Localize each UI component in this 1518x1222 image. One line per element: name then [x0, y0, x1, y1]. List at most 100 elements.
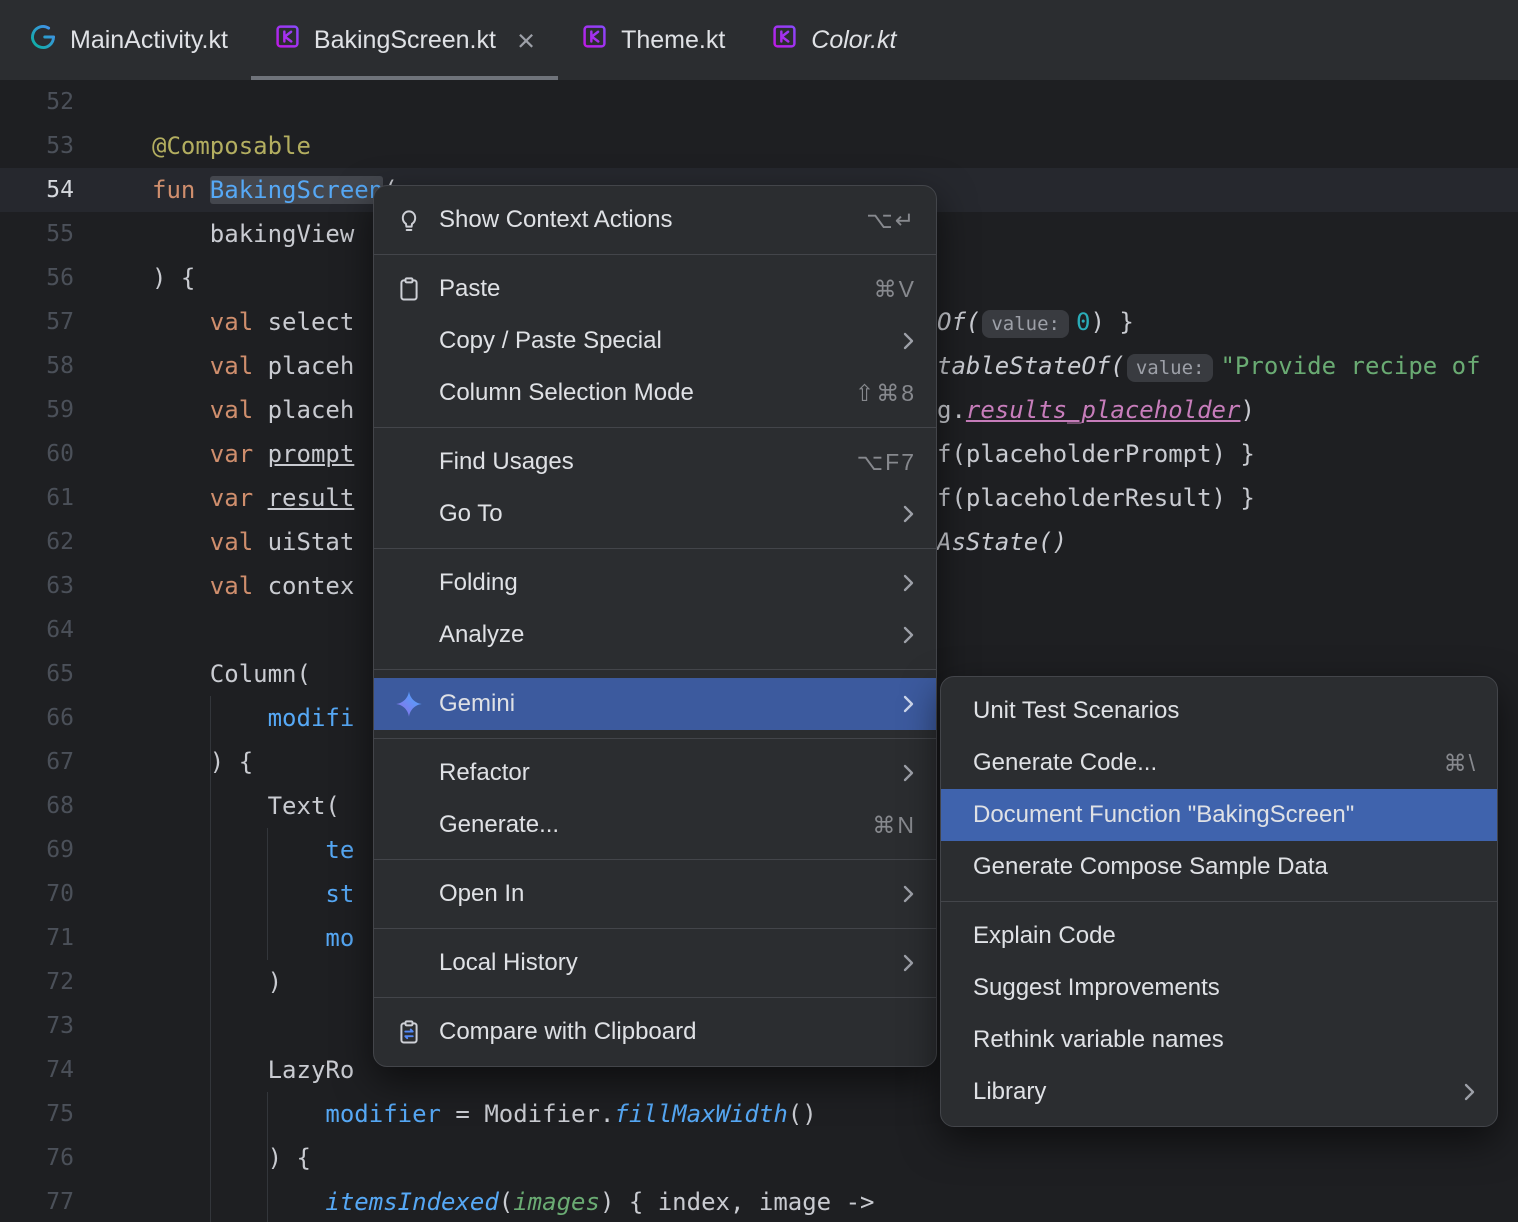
menu-item-compare-with-clipboard[interactable]: Compare with Clipboard	[374, 1006, 936, 1058]
menu-icon-spacer	[394, 810, 424, 840]
line-number[interactable]: 69	[0, 828, 74, 872]
code-token: var	[209, 440, 268, 468]
code-token: Of(	[937, 308, 981, 336]
close-tab-icon[interactable]: ×	[517, 25, 535, 56]
menu-item-gemini[interactable]: Gemini	[374, 678, 936, 730]
tab-bakingscreen-kt[interactable]: BakingScreen.kt ×	[250, 0, 559, 80]
code-text: f(placeholderResult) }	[937, 476, 1255, 520]
menu-item-rethink-variable-names[interactable]: Rethink variable names	[941, 1014, 1497, 1066]
menu-item-label: Generate Compose Sample Data	[973, 853, 1328, 880]
menu-item-suggest-improvements[interactable]: Suggest Improvements	[941, 962, 1497, 1014]
code-line-52[interactable]: 52	[0, 80, 1518, 124]
code-line-53[interactable]: 53 @Composable	[0, 124, 1518, 168]
menu-item-library[interactable]: Library	[941, 1066, 1497, 1118]
line-number[interactable]: 60	[0, 432, 74, 476]
line-number[interactable]: 73	[0, 1004, 74, 1048]
code-token: ()	[787, 1100, 817, 1128]
code-token: mo	[325, 924, 355, 952]
chevron-right-icon	[901, 692, 916, 716]
menu-icon-spacer	[394, 879, 424, 909]
menu-item-generate-code[interactable]: Generate Code... ⌘\	[941, 737, 1497, 789]
line-number[interactable]: 66	[0, 696, 74, 740]
code-text: LazyRo	[152, 1048, 355, 1092]
line-number[interactable]: 61	[0, 476, 74, 520]
line-number[interactable]: 54	[0, 168, 74, 212]
line-number[interactable]: 72	[0, 960, 74, 1004]
line-number[interactable]: 75	[0, 1092, 74, 1136]
menu-item-unit-test-scenarios[interactable]: Unit Test Scenarios	[941, 685, 1497, 737]
code-text: modifier = Modifier.fillMaxWidth()	[152, 1092, 817, 1136]
line-number[interactable]: 53	[0, 124, 74, 168]
line-number[interactable]: 63	[0, 564, 74, 608]
line-number[interactable]: 55	[0, 212, 74, 256]
menu-item-paste[interactable]: Paste ⌘V	[374, 263, 936, 315]
inlay-hint: value:	[1126, 354, 1214, 382]
line-number[interactable]: 70	[0, 872, 74, 916]
menu-item-folding[interactable]: Folding	[374, 557, 936, 609]
code-token: modifier	[325, 1100, 441, 1128]
code-token: bakingView	[209, 220, 355, 248]
tab-label: MainActivity.kt	[70, 25, 228, 54]
code-line-77[interactable]: 77 itemsIndexed(images) { index, image -…	[0, 1180, 1518, 1222]
menu-item-document-function-bakingscreen[interactable]: Document Function "BakingScreen"	[941, 789, 1497, 841]
menu-item-label: Document Function "BakingScreen"	[973, 801, 1355, 828]
line-number[interactable]: 59	[0, 388, 74, 432]
menu-item-label: Local History	[439, 949, 578, 976]
line-number[interactable]: 68	[0, 784, 74, 828]
tab-color-kt[interactable]: Color.kt	[748, 0, 919, 80]
code-text: val select	[152, 300, 355, 344]
menu-icon-spacer	[394, 326, 424, 356]
line-number[interactable]: 64	[0, 608, 74, 652]
line-number[interactable]: 74	[0, 1048, 74, 1092]
menu-icon-spacer	[394, 948, 424, 978]
menu-item-explain-code[interactable]: Explain Code	[941, 910, 1497, 962]
menu-separator	[941, 901, 1497, 902]
line-number[interactable]: 77	[0, 1180, 74, 1222]
code-text: val placeh	[152, 388, 355, 432]
line-number[interactable]: 58	[0, 344, 74, 388]
gemini-sparkle-icon	[394, 689, 424, 719]
menu-item-generate-compose-sample-data[interactable]: Generate Compose Sample Data	[941, 841, 1497, 893]
line-number[interactable]: 71	[0, 916, 74, 960]
line-number[interactable]: 57	[0, 300, 74, 344]
code-token: val	[209, 396, 268, 424]
menu-item-copy-paste-special[interactable]: Copy / Paste Special	[374, 315, 936, 367]
editor-tab-bar: MainActivity.kt BakingScreen.kt × Theme.k…	[0, 0, 1518, 80]
menu-item-open-in[interactable]: Open In	[374, 868, 936, 920]
menu-item-label: Generate...	[439, 811, 560, 838]
code-text: Of(value: 0) }	[937, 300, 1134, 346]
activity-icon	[29, 23, 57, 58]
menu-item-go-to[interactable]: Go To	[374, 488, 936, 540]
menu-item-refactor[interactable]: Refactor	[374, 747, 936, 799]
line-number[interactable]: 56	[0, 256, 74, 300]
clipboard-icon	[394, 274, 424, 304]
menu-item-label: Unit Test Scenarios	[973, 697, 1180, 724]
code-token: placeh	[267, 352, 355, 380]
code-token: ) { index, image ->	[599, 1188, 875, 1216]
code-line-76[interactable]: 76 ) {	[0, 1136, 1518, 1180]
line-number[interactable]: 76	[0, 1136, 74, 1180]
tab-mainactivity-kt[interactable]: MainActivity.kt	[6, 0, 251, 80]
code-token: AsState()	[937, 528, 1068, 556]
menu-item-column-selection-mode[interactable]: Column Selection Mode ⇧⌘8	[374, 367, 936, 419]
menu-item-label: Suggest Improvements	[973, 974, 1220, 1001]
line-number[interactable]: 67	[0, 740, 74, 784]
code-text: Text(	[152, 784, 340, 828]
code-token: f(placeholderPrompt) }	[937, 440, 1255, 468]
menu-item-generate[interactable]: Generate... ⌘N	[374, 799, 936, 851]
line-number[interactable]: 65	[0, 652, 74, 696]
line-number[interactable]: 62	[0, 520, 74, 564]
menu-separator	[374, 928, 936, 929]
menu-item-show-context-actions[interactable]: Show Context Actions ⌥↵	[374, 194, 936, 246]
menu-item-find-usages[interactable]: Find Usages ⌥F7	[374, 436, 936, 488]
menu-item-local-history[interactable]: Local History	[374, 937, 936, 989]
tab-theme-kt[interactable]: Theme.kt	[558, 0, 748, 80]
menu-item-analyze[interactable]: Analyze	[374, 609, 936, 661]
code-token: Column(	[209, 660, 311, 688]
code-text: val uiStat	[152, 520, 355, 564]
tab-label: Color.kt	[811, 25, 897, 54]
kotlin-icon	[581, 23, 608, 57]
code-token: select	[267, 308, 355, 336]
line-number[interactable]: 52	[0, 80, 74, 124]
code-token: (	[498, 1188, 514, 1216]
